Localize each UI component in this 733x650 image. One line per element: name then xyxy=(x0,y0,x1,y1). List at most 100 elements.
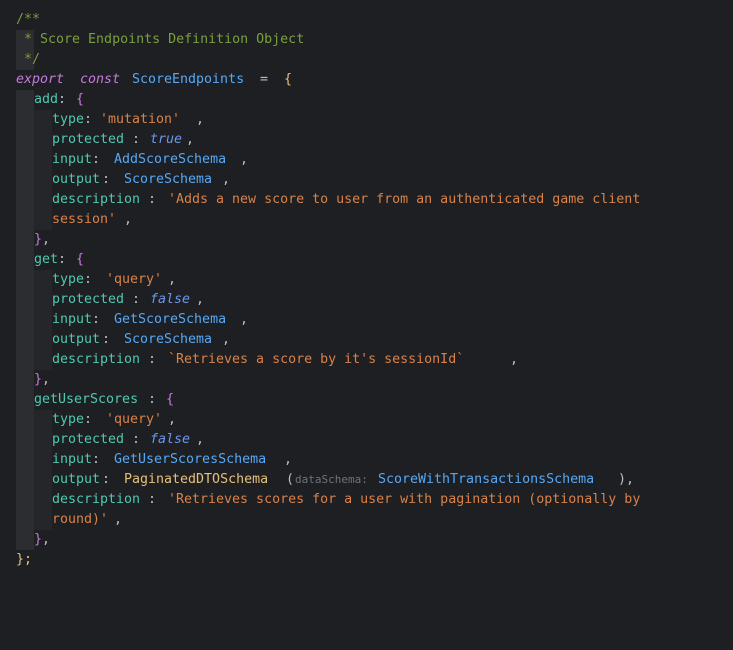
colon: : xyxy=(58,92,67,107)
code-line[interactable]: } , xyxy=(0,230,50,250)
comma: , xyxy=(42,372,51,387)
colon: : xyxy=(58,252,67,267)
boolean-value: false xyxy=(150,292,191,307)
open-brace: { xyxy=(76,252,85,267)
assign-operator: = xyxy=(252,72,277,87)
string-value: 'Retrieves scores for a user with pagina… xyxy=(168,492,641,507)
open-brace: { xyxy=(76,92,85,107)
string-value: 'query' xyxy=(106,412,163,427)
code-line[interactable]: protected : false , xyxy=(0,430,204,450)
code-line[interactable]: */ xyxy=(0,50,40,70)
code-line[interactable]: round)' , xyxy=(0,510,122,530)
code-line[interactable]: input : GetScoreSchema , xyxy=(0,310,248,330)
code-line[interactable]: type : 'mutation' , xyxy=(0,110,204,130)
colon: : xyxy=(148,352,157,367)
boolean-value: false xyxy=(150,432,191,447)
template-string-value: `Retrieves a score by it's sessionId` xyxy=(168,352,465,367)
code-line[interactable]: type : 'query' , xyxy=(0,270,176,290)
colon: : xyxy=(84,112,93,127)
doc-comment-text: * Score Endpoints Definition Object xyxy=(16,32,305,47)
string-value: 'query' xyxy=(106,272,163,287)
colon: : xyxy=(102,472,111,487)
export-keyword: export xyxy=(16,72,65,87)
comma: , xyxy=(186,132,195,147)
comma: , xyxy=(196,432,205,447)
property-key: output xyxy=(52,332,101,347)
code-line[interactable]: * Score Endpoints Definition Object xyxy=(0,30,304,50)
close-brace: } xyxy=(34,532,43,547)
code-line[interactable]: add : { xyxy=(0,90,84,110)
code-line[interactable]: } , xyxy=(0,370,50,390)
code-line[interactable]: description : 'Adds a new score to user … xyxy=(0,190,640,210)
code-line[interactable]: protected : false , xyxy=(0,290,204,310)
code-line[interactable]: output : ScoreSchema , xyxy=(0,170,230,190)
property-key: description xyxy=(52,492,141,507)
string-value: 'Adds a new score to user from an authen… xyxy=(168,192,641,207)
property-key: type xyxy=(52,112,85,127)
property-key: protected xyxy=(52,432,125,447)
code-line[interactable]: } , xyxy=(0,530,50,550)
code-line[interactable]: output : PaginatedDTOSchema ( dataSchema… xyxy=(0,470,634,490)
function-call: PaginatedDTOSchema xyxy=(124,472,269,487)
comma: , xyxy=(42,532,51,547)
indent-guide xyxy=(34,110,52,230)
close-paren: ), xyxy=(618,472,635,487)
code-line[interactable]: /** xyxy=(0,10,40,30)
code-line[interactable]: description : 'Retrieves scores for a us… xyxy=(0,490,640,510)
indent-guide xyxy=(34,270,52,370)
string-value: session' xyxy=(52,212,117,227)
parameter-hint: dataSchema: xyxy=(295,473,368,486)
code-line[interactable]: session' , xyxy=(0,210,132,230)
code-line[interactable]: input : AddScoreSchema , xyxy=(0,150,248,170)
code-line[interactable]: type : 'query' , xyxy=(0,410,176,430)
schema-ref: ScoreWithTransactionsSchema xyxy=(378,472,595,487)
schema-ref: AddScoreSchema xyxy=(114,152,227,167)
code-line[interactable]: getUserScores : { xyxy=(0,390,174,410)
comma: , xyxy=(196,112,205,127)
colon: : xyxy=(132,132,141,147)
property-key: description xyxy=(52,352,141,367)
colon: : xyxy=(92,152,101,167)
close-brace: }; xyxy=(16,552,33,567)
object-name: ScoreEndpoints xyxy=(132,72,245,87)
property-key: getUserScores xyxy=(34,392,139,407)
close-brace: } xyxy=(34,232,43,247)
property-key: protected xyxy=(52,132,125,147)
code-line[interactable]: description : `Retrieves a score by it's… xyxy=(0,350,518,370)
open-brace: { xyxy=(284,72,293,87)
const-keyword: const xyxy=(80,72,121,87)
comma: , xyxy=(240,152,249,167)
close-brace: } xyxy=(34,372,43,387)
string-value: 'mutation' xyxy=(100,112,181,127)
doc-comment-open: /** xyxy=(16,12,41,27)
property-key: protected xyxy=(52,292,125,307)
schema-ref: GetScoreSchema xyxy=(114,312,227,327)
colon: : xyxy=(148,492,157,507)
colon: : xyxy=(102,172,111,187)
schema-ref: ScoreSchema xyxy=(124,172,213,187)
code-line[interactable]: protected : true , xyxy=(0,130,194,150)
property-key: type xyxy=(52,412,85,427)
property-key: input xyxy=(52,452,93,467)
code-line[interactable]: get : { xyxy=(0,250,84,270)
code-editor[interactable]: /** * Score Endpoints Definition Object … xyxy=(0,0,733,567)
comma: , xyxy=(510,352,519,367)
comma: , xyxy=(240,312,249,327)
comma: , xyxy=(168,272,177,287)
comma: , xyxy=(222,332,231,347)
comma: , xyxy=(196,292,205,307)
comma: , xyxy=(114,512,123,527)
code-line[interactable]: input : GetUserScoresSchema , xyxy=(0,450,292,470)
property-key: description xyxy=(52,192,141,207)
comma: , xyxy=(42,232,51,247)
code-line[interactable]: }; xyxy=(0,550,32,570)
property-key: get xyxy=(34,252,59,267)
code-line[interactable]: export const ScoreEndpoints = { xyxy=(0,70,292,90)
colon: : xyxy=(92,312,101,327)
property-key: type xyxy=(52,272,85,287)
colon: : xyxy=(102,332,111,347)
property-key: input xyxy=(52,312,93,327)
code-line[interactable]: output : ScoreSchema , xyxy=(0,330,230,350)
colon: : xyxy=(132,432,141,447)
boolean-value: true xyxy=(150,132,183,147)
